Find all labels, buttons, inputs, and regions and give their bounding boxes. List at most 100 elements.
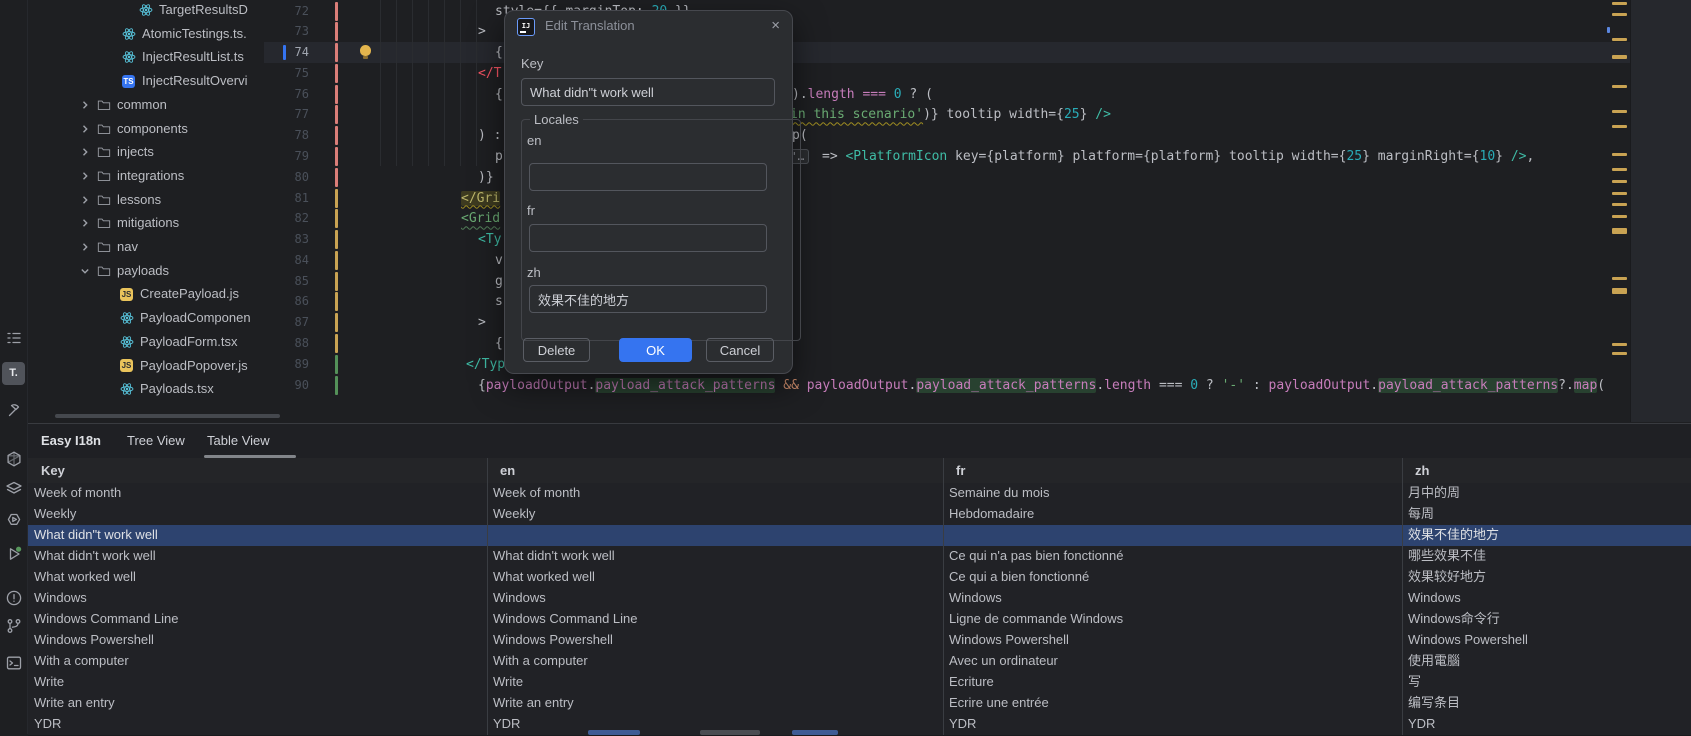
code-line-88[interactable]: 88{ [264, 333, 1630, 354]
cell-zh[interactable]: Windows命令行 [1408, 609, 1685, 630]
tree-horizontal-scrollbar[interactable] [55, 414, 280, 418]
tree-item-nav[interactable]: nav [28, 235, 264, 259]
column-header-zh[interactable]: zh [1415, 458, 1684, 483]
run-icon[interactable] [2, 542, 25, 565]
dialog-titlebar[interactable]: IJ Edit Translation × [505, 11, 792, 41]
build-hammer-icon[interactable] [2, 399, 25, 422]
cell-zh[interactable]: 效果较好地方 [1408, 567, 1685, 588]
tree-item-payloadcomponen[interactable]: PayloadComponen [28, 306, 264, 330]
tree-item-createpayload-js[interactable]: JSCreatePayload.js [28, 282, 264, 306]
table-row[interactable]: What worked well What worked well Ce qui a… [28, 567, 1691, 589]
cell-fr[interactable]: Ce qui a bien fonctionné [949, 567, 1396, 588]
cell-fr[interactable] [949, 525, 1396, 546]
cell-zh[interactable]: 编写条目 [1408, 693, 1685, 714]
tree-item-payloads[interactable]: payloads [28, 259, 264, 283]
cell-key[interactable]: Write an entry [34, 693, 481, 714]
chevron-down-icon[interactable] [73, 266, 97, 276]
cell-zh[interactable]: 使用電腦 [1408, 651, 1685, 672]
cell-key[interactable]: Windows Powershell [34, 630, 481, 651]
column-header-fr[interactable]: fr [956, 458, 1395, 483]
cell-en[interactable]: Windows Command Line [493, 609, 937, 630]
table-row[interactable]: What didn"t work well效果不佳的地方 [28, 525, 1691, 547]
cell-fr[interactable]: Ecrire une entrée [949, 693, 1396, 714]
tree-item-atomictestings-ts-[interactable]: AtomicTestings.ts. [28, 22, 264, 46]
chevron-right-icon[interactable] [80, 188, 90, 212]
cell-key[interactable]: Weekly [34, 504, 481, 525]
key-input[interactable] [521, 78, 775, 106]
cell-key[interactable]: What worked well [34, 567, 481, 588]
cell-en[interactable]: Windows [493, 588, 937, 609]
code-line-79[interactable]: 79pl'…=> <PlatformIcon key={platform} pl… [264, 146, 1630, 167]
cell-zh[interactable]: 哪些效果不佳 [1408, 546, 1685, 567]
structure-icon[interactable] [2, 326, 25, 349]
translation-tool-icon[interactable]: T. [2, 362, 25, 385]
code-line-85[interactable]: 85g [264, 271, 1630, 292]
locale-en-input[interactable] [529, 163, 767, 191]
cell-fr[interactable]: YDR [949, 714, 1396, 735]
code-line-86[interactable]: 86s [264, 291, 1630, 312]
tab-tree-view[interactable]: Tree View [127, 424, 185, 458]
chevron-right-icon[interactable] [80, 93, 90, 117]
cell-fr[interactable]: Avec un ordinateur [949, 651, 1396, 672]
code-line-73[interactable]: 73> [264, 21, 1630, 42]
cell-en[interactable]: What didn't work well [493, 546, 937, 567]
cell-key[interactable]: Week of month [34, 483, 481, 504]
cell-zh[interactable]: 效果不佳的地方 [1408, 525, 1685, 546]
cell-zh[interactable]: Windows [1408, 588, 1685, 609]
cell-fr[interactable]: Windows Powershell [949, 630, 1396, 651]
table-row[interactable]: Windows Powershell Windows Powershell Wind… [28, 630, 1691, 652]
table-row[interactable]: With a computerWith a computerAvec un or… [28, 651, 1691, 673]
tree-item-injects[interactable]: injects [28, 140, 264, 164]
cell-en[interactable]: Weekly [493, 504, 937, 525]
code-line-80[interactable]: 80)} [264, 167, 1630, 188]
intention-bulb-icon[interactable] [360, 45, 371, 56]
problems-icon[interactable] [2, 586, 25, 609]
code-line-87[interactable]: 87> [264, 312, 1630, 333]
tree-item-payloads-tsx[interactable]: Payloads.tsx [28, 377, 264, 401]
tree-item-targetresultsd[interactable]: TargetResultsD [28, 0, 264, 22]
cell-en[interactable]: Windows Powershell [493, 630, 937, 651]
code-line-81[interactable]: 81</Gri [264, 188, 1630, 209]
ok-button[interactable]: OK [619, 338, 692, 362]
table-row[interactable]: WeeklyWeeklyHebdomadaire每周 [28, 504, 1691, 526]
chevron-right-icon[interactable] [80, 140, 90, 164]
table-hscrollbar-segment[interactable] [700, 730, 760, 735]
cell-en[interactable] [493, 525, 937, 546]
table-row[interactable]: WindowsWindowsWindowsWindows [28, 588, 1691, 610]
code-line-77[interactable]: 77<in this scenario')} tooltip width={25… [264, 104, 1630, 125]
tree-item-payloadpopover-js[interactable]: JSPayloadPopover.js [28, 354, 264, 378]
code-line-78[interactable]: 78) :p( [264, 125, 1630, 146]
cell-zh[interactable]: 每周 [1408, 504, 1685, 525]
tree-item-lessons[interactable]: lessons [28, 188, 264, 212]
services-icon[interactable] [2, 509, 25, 532]
table-row[interactable]: Write an entry Write an entry Ecrire une e… [28, 693, 1691, 715]
tree-item-payloadform-tsx[interactable]: PayloadForm.tsx [28, 330, 264, 354]
column-header-key[interactable]: Key [41, 458, 480, 483]
cell-fr[interactable]: Ligne de commande Windows [949, 609, 1396, 630]
cell-key[interactable]: Write [34, 672, 481, 693]
cell-key[interactable]: YDR [34, 714, 481, 735]
chevron-right-icon[interactable] [80, 235, 90, 259]
cell-fr[interactable]: Ce qui n'a pas bien fonctionné [949, 546, 1396, 567]
chevron-right-icon[interactable] [80, 117, 90, 141]
code-line-75[interactable]: 75</T [264, 63, 1630, 84]
cell-key[interactable]: With a computer [34, 651, 481, 672]
table-hscrollbar-segment[interactable] [588, 730, 640, 735]
table-row[interactable]: YDRYDRYDRYDR [28, 714, 1691, 736]
cell-en[interactable]: Week of month [493, 483, 937, 504]
cell-fr[interactable]: Semaine du mois [949, 483, 1396, 504]
git-branch-icon[interactable] [2, 614, 25, 637]
code-line-76[interactable]: 76{(p).length === 0 ? ( [264, 84, 1630, 105]
tree-item-injectresultovervi[interactable]: TSInjectResultOvervi [28, 69, 264, 93]
cell-zh[interactable]: 月中的周 [1408, 483, 1685, 504]
locale-zh-input[interactable] [529, 285, 767, 313]
code-line-90[interactable]: 90{payloadOutput.payload_attack_patterns… [264, 375, 1630, 396]
tab-table-view[interactable]: Table View [207, 424, 270, 458]
code-line-89[interactable]: 89</Typography> [264, 354, 1630, 375]
close-icon[interactable]: × [771, 11, 780, 41]
cell-en[interactable]: What worked well [493, 567, 937, 588]
cell-zh[interactable]: Windows Powershell [1408, 630, 1685, 651]
cell-en[interactable]: Write an entry [493, 693, 937, 714]
table-row[interactable]: Week of month Week of month Semaine du moi… [28, 483, 1691, 505]
tree-item-integrations[interactable]: integrations [28, 164, 264, 188]
